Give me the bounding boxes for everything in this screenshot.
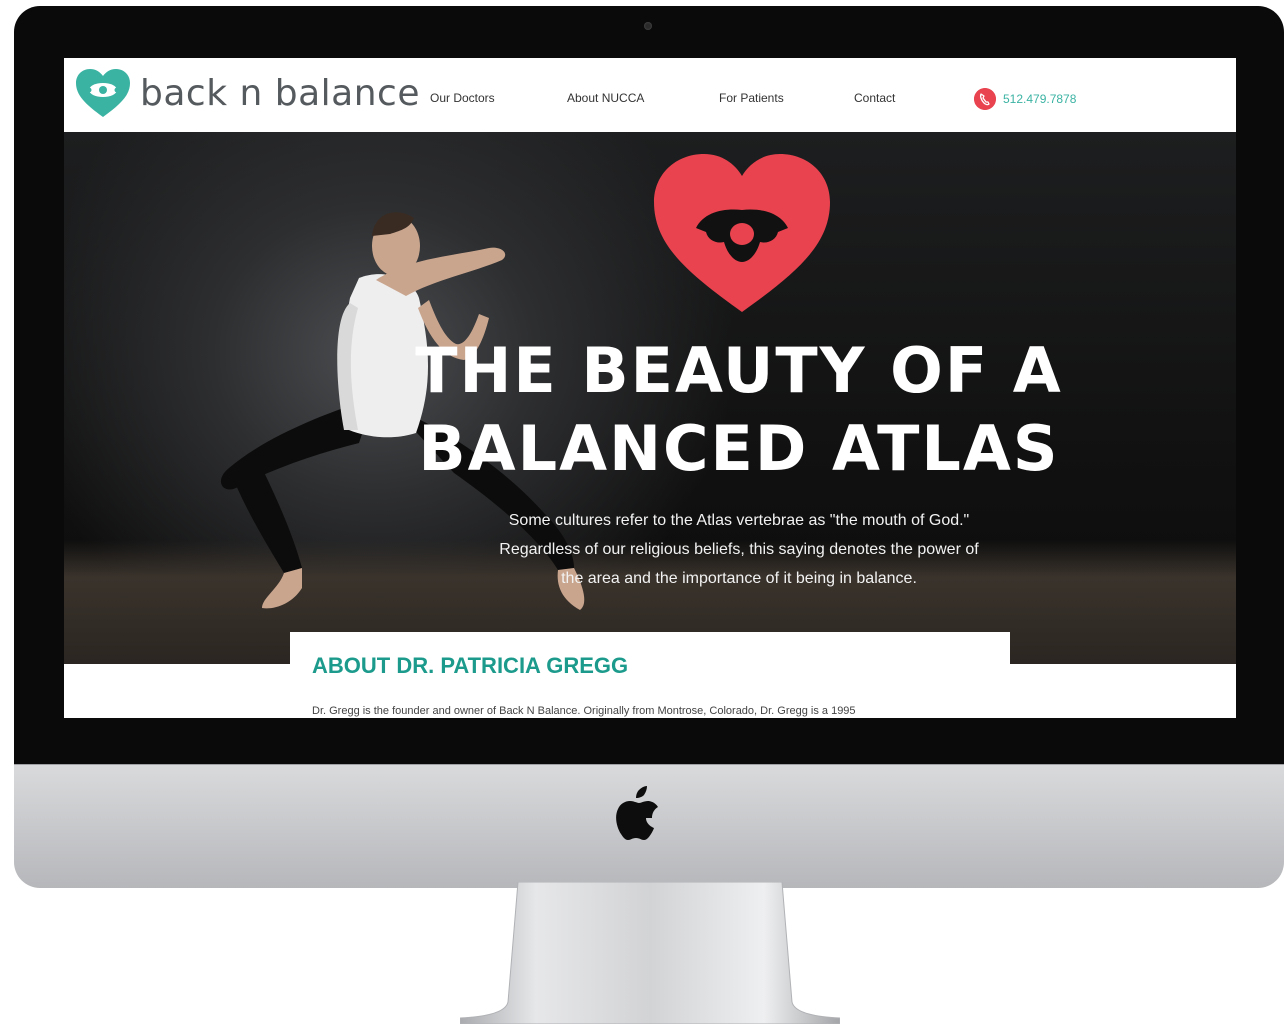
nav-for-patients[interactable]: For Patients [719, 90, 784, 106]
hero-subtitle-line-3: the area and the importance of it being … [561, 570, 917, 587]
camera-icon [644, 22, 652, 30]
website-screen: back n balance Our Doctors About NUCCA F… [64, 58, 1236, 718]
hero-subtitle-line-2: Regardless of our religious beliefs, thi… [499, 541, 979, 558]
nav-contact[interactable]: Contact [854, 90, 895, 106]
hero-title-line-1: THE BEAUTY OF A [415, 334, 1063, 407]
about-section: ABOUT DR. PATRICIA GREGG Dr. Gregg is th… [290, 632, 1010, 718]
apple-logo-icon [616, 786, 658, 840]
hero-title: THE BEAUTY OF A BALANCED ATLAS [384, 332, 1094, 488]
heart-atlas-icon[interactable] [75, 68, 131, 118]
hero-title-line-2: BALANCED ATLAS [418, 412, 1060, 485]
site-header: back n balance Our Doctors About NUCCA F… [64, 58, 1236, 132]
nav-our-doctors[interactable]: Our Doctors [430, 90, 495, 106]
brand-name[interactable]: back n balance [140, 72, 420, 116]
nav-about-nucca[interactable]: About NUCCA [567, 90, 644, 106]
heart-atlas-icon [654, 154, 830, 312]
hero-banner: THE BEAUTY OF A BALANCED ATLAS Some cult… [64, 132, 1236, 664]
about-heading: ABOUT DR. PATRICIA GREGG [312, 653, 629, 678]
hero-subtitle: Some cultures refer to the Atlas vertebr… [434, 506, 1044, 593]
phone-icon[interactable] [974, 88, 996, 110]
monitor-stand [460, 882, 840, 1024]
hero-subtitle-line-1: Some cultures refer to the Atlas vertebr… [508, 512, 970, 529]
about-text: Dr. Gregg is the founder and owner of Ba… [312, 705, 856, 717]
phone-number-link[interactable]: 512.479.7878 [1003, 91, 1076, 107]
